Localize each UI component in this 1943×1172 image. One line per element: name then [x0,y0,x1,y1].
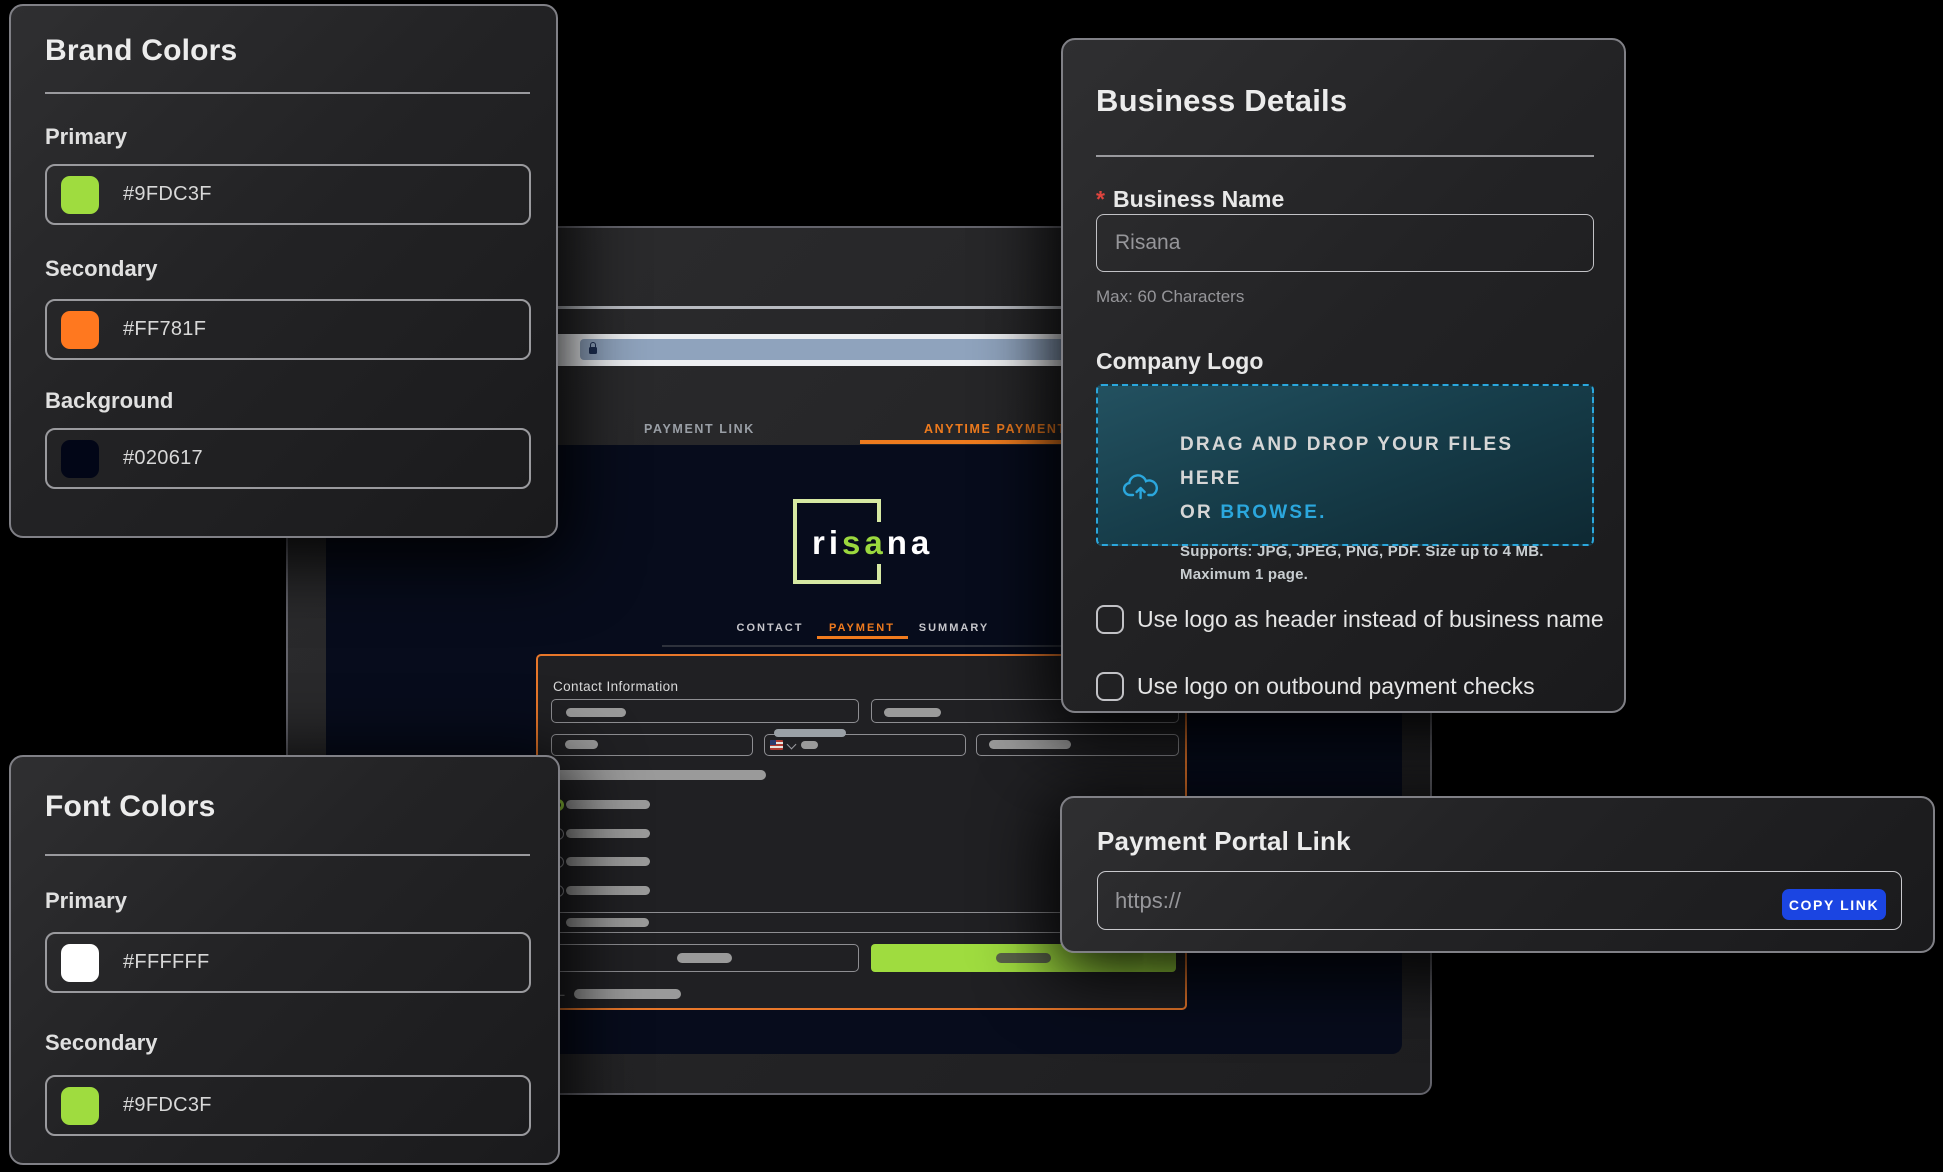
dropzone-line1: DRAG AND DROP YOUR FILES HERE OR BROWSE. [1180,428,1570,530]
portal-link-input[interactable]: https:// COPY LINK [1097,871,1902,930]
business-name-label: * Business Name [1096,186,1284,213]
brand-primary-value: #9FDC3F [123,183,212,206]
font-primary-value: #FFFFFF [123,951,210,974]
button-label-bar [996,953,1051,963]
company-logo-label: Company Logo [1096,348,1263,375]
cloud-upload-icon [1122,472,1160,502]
font-secondary-label: Secondary [45,1030,158,1056]
use-logo-checks-label: Use logo on outbound payment checks [1137,668,1617,705]
checkbox-row-header: Use logo as header instead of business n… [1096,605,1617,638]
brand-primary-swatch [61,176,99,214]
us-flag-icon [770,740,783,750]
checkbox-row-checks: Use logo on outbound payment checks [1096,672,1617,705]
logo-part-2: sa [842,524,887,561]
brand-secondary-swatch [61,311,99,349]
required-asterisk: * [1096,186,1105,212]
step-summary[interactable]: SUMMARY [919,622,989,634]
divider [45,854,530,856]
brand-primary-input[interactable]: #9FDC3F [45,164,531,225]
business-name-value: Risana [1115,231,1180,255]
font-secondary-value: #9FDC3F [123,1094,212,1117]
business-details-title: Business Details [1096,83,1347,119]
risana-logo: risana [805,522,940,564]
step-contact[interactable]: CONTACT [737,622,804,634]
active-step-underline [817,636,908,639]
brand-background-label: Background [45,388,173,414]
logo-part-3: na [887,524,934,561]
portal-link-placeholder: https:// [1115,888,1181,914]
max-pages-line: Maximum 1 page. [1180,563,1570,586]
button-label-bar [677,953,732,963]
placeholder-bar [989,740,1071,749]
browse-link[interactable]: BROWSE. [1220,502,1326,523]
use-logo-header-label: Use logo as header instead of business n… [1137,601,1617,638]
tab-anytime-payments[interactable]: ANYTIME PAYMENTS [924,422,1077,436]
brand-background-input[interactable]: #020617 [45,428,531,489]
placeholder-bar [566,708,626,717]
payment-portal-panel: Payment Portal Link https:// COPY LINK [1060,796,1935,953]
placeholder-bar [565,740,598,749]
divider [45,92,530,94]
dropzone-or: OR [1180,502,1220,523]
step-payment[interactable]: PAYMENT [829,622,895,634]
radio-label-bar [566,829,650,838]
divider [1096,155,1594,157]
font-primary-swatch [61,944,99,982]
brand-primary-label: Primary [45,124,127,150]
floating-label-bar [774,729,846,737]
radio-label-bar [566,800,650,809]
brand-background-swatch [61,440,99,478]
dropzone-support-text: Supports: JPG, JPEG, PNG, PDF. Size up t… [1180,540,1570,586]
back-label-bar [574,989,681,999]
radio-label-bar [566,857,650,866]
placeholder-bar [566,918,649,927]
active-tab-underline [860,440,1082,444]
font-colors-title: Font Colors [45,790,216,824]
font-secondary-swatch [61,1087,99,1125]
font-primary-input[interactable]: #FFFFFF [45,932,531,993]
brand-colors-panel: Brand Colors Primary #9FDC3F Secondary #… [9,4,558,538]
brand-secondary-label: Secondary [45,256,158,282]
logo-part-1: ri [812,524,842,561]
max-characters-hint: Max: 60 Characters [1096,287,1244,307]
copy-link-button[interactable]: COPY LINK [1782,889,1886,920]
business-name-label-text: Business Name [1113,186,1284,212]
brand-secondary-input[interactable]: #FF781F [45,299,531,360]
font-secondary-input[interactable]: #9FDC3F [45,1075,531,1136]
text-bar [549,770,766,780]
font-primary-label: Primary [45,888,127,914]
lock-icon [589,347,597,354]
payment-portal-title: Payment Portal Link [1097,826,1351,857]
brand-colors-title: Brand Colors [45,34,237,68]
business-name-input[interactable]: Risana [1096,214,1594,272]
radio-label-bar [566,886,650,895]
use-logo-header-checkbox[interactable] [1096,605,1124,634]
placeholder-bar [884,708,941,717]
business-details-panel: Business Details * Business Name Risana M… [1061,38,1626,713]
dropzone-text: DRAG AND DROP YOUR FILES HERE OR BROWSE.… [1180,428,1570,586]
use-logo-checks-checkbox[interactable] [1096,672,1124,701]
contact-form-title: Contact Information [553,679,678,694]
brand-background-value: #020617 [123,447,203,470]
brand-secondary-value: #FF781F [123,318,206,341]
supports-line: Supports: JPG, JPEG, PNG, PDF. Size up t… [1180,540,1570,563]
tab-payment-link[interactable]: PAYMENT LINK [644,422,755,436]
placeholder-bar [801,741,818,749]
logo-dropzone[interactable]: DRAG AND DROP YOUR FILES HERE OR BROWSE.… [1096,384,1594,546]
font-colors-panel: Font Colors Primary #FFFFFF Secondary #9… [9,755,560,1165]
